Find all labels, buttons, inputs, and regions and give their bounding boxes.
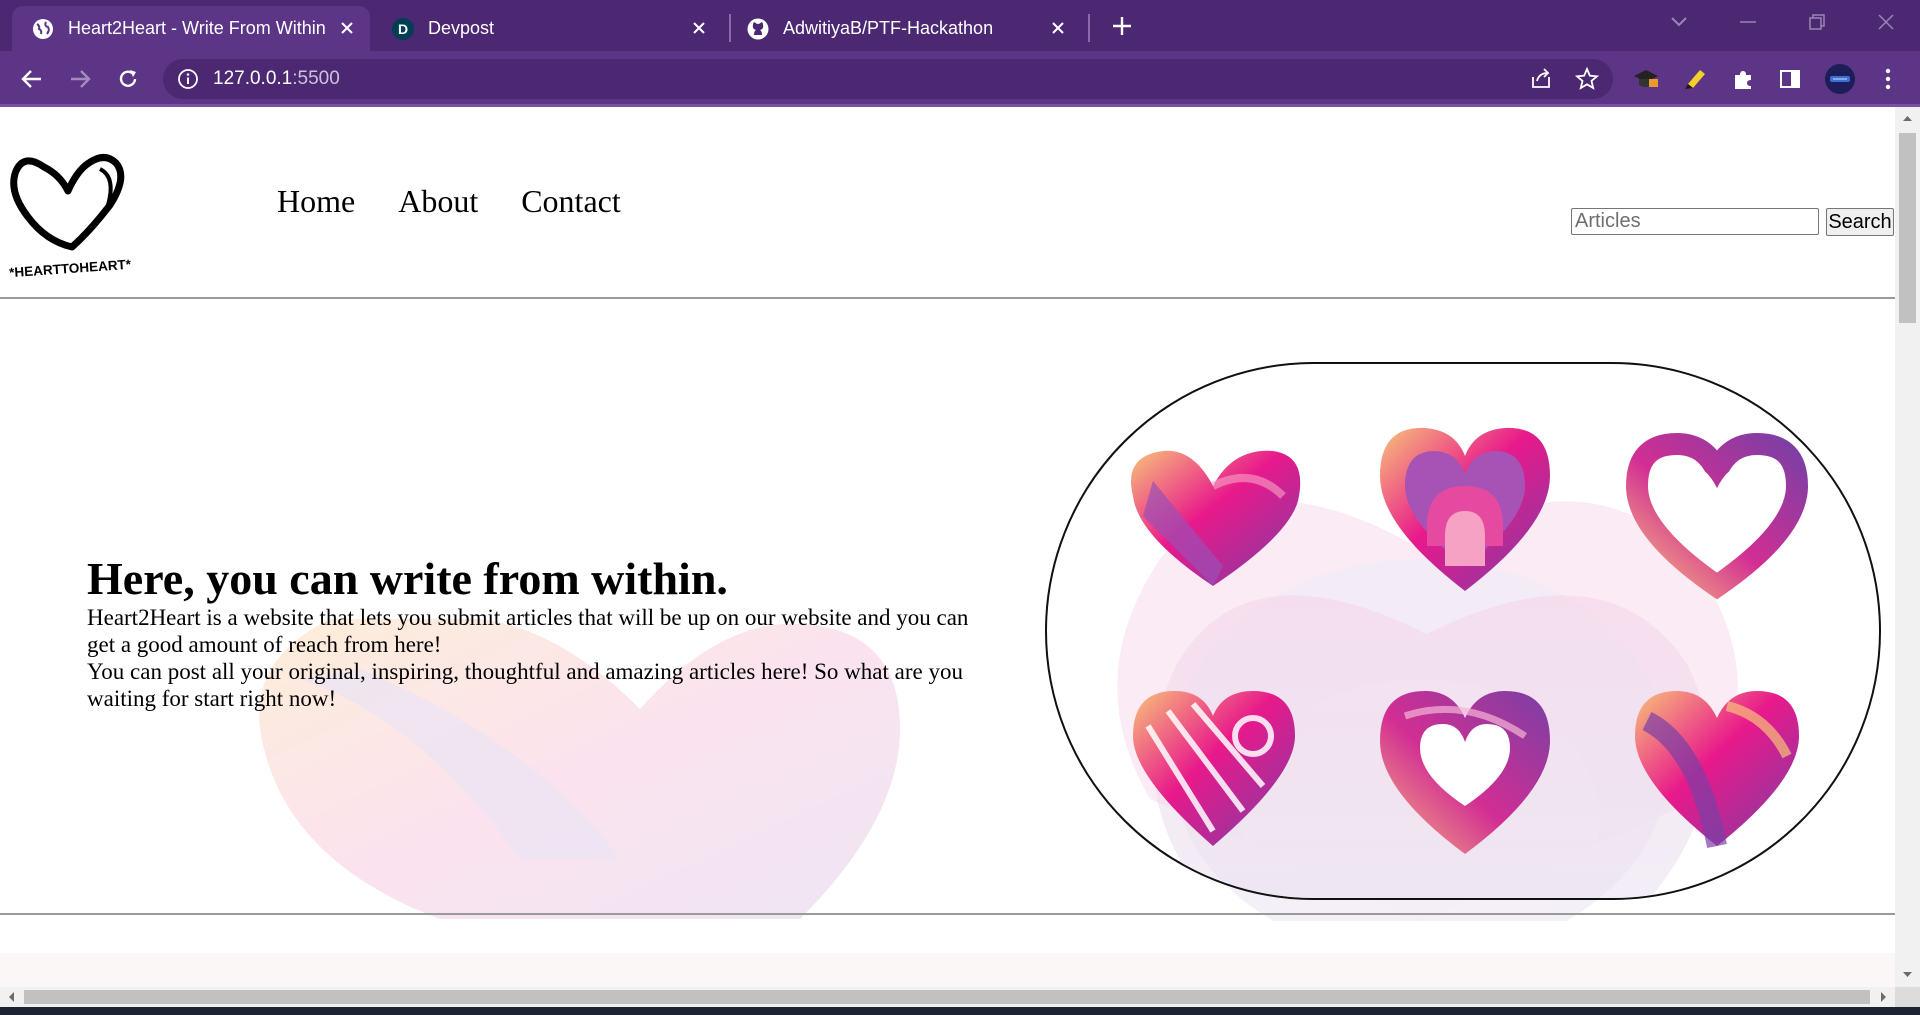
- browser-menu-icon[interactable]: [1873, 65, 1903, 93]
- horizontal-scroll-thumb[interactable]: [24, 990, 1870, 1004]
- main-navigation: Home About Contact: [277, 183, 621, 220]
- restore-icon[interactable]: [1802, 10, 1832, 34]
- close-tab-icon[interactable]: [688, 17, 710, 39]
- tab-title: Heart2Heart - Write From Within: [68, 18, 326, 38]
- scrollbar-corner: [1895, 987, 1920, 1007]
- close-tab-icon[interactable]: [336, 17, 358, 39]
- profile-avatar[interactable]: [1823, 62, 1857, 96]
- search-button[interactable]: Search: [1826, 208, 1894, 236]
- url-text: 127.0.0.1:5500: [213, 68, 340, 89]
- browser-tab-strip: Heart2Heart - Write From Within D Devpos…: [0, 0, 1920, 51]
- highlighter-icon[interactable]: [1680, 65, 1710, 93]
- nav-home-link[interactable]: Home: [277, 183, 355, 220]
- heart-outline-ribbon-icon: [1625, 432, 1809, 600]
- forward-icon[interactable]: [65, 65, 95, 93]
- new-tab-button[interactable]: [1107, 11, 1137, 41]
- hero-paragraph: Heart2Heart is a website that lets you s…: [87, 605, 969, 657]
- side-panel-icon[interactable]: [1775, 65, 1805, 93]
- tab-devpost[interactable]: D Devpost: [376, 6, 722, 51]
- reload-icon[interactable]: [113, 65, 143, 93]
- heart-layered-icon: [1380, 427, 1550, 591]
- site-logo[interactable]: *HEARTTOHEART*: [4, 147, 136, 280]
- nav-contact-link[interactable]: Contact: [521, 183, 621, 220]
- vertical-scroll-thumb[interactable]: [1899, 133, 1916, 323]
- minimize-icon[interactable]: [1733, 10, 1763, 34]
- share-icon[interactable]: [1529, 67, 1553, 96]
- bookmark-star-icon[interactable]: [1574, 66, 1600, 96]
- header-divider: [0, 297, 1895, 299]
- browser-toolbar: 127.0.0.1:5500: [0, 51, 1920, 106]
- globe-icon: [32, 18, 54, 40]
- svg-text:D: D: [398, 21, 408, 37]
- tab-title: Devpost: [428, 18, 495, 38]
- tab-title: AdwitiyaB/PTF-Hackathon: [783, 18, 994, 38]
- hearts-showcase-image: [1045, 362, 1881, 900]
- back-icon[interactable]: [17, 65, 47, 93]
- devpost-icon: D: [392, 17, 414, 40]
- tab-separator: [729, 14, 731, 42]
- tab-search-icon[interactable]: [1664, 10, 1694, 34]
- extension-mortarboard-icon[interactable]: [1631, 65, 1661, 93]
- hero-title: Here, you can write from within.: [87, 553, 728, 604]
- articles-search-input[interactable]: [1571, 208, 1819, 235]
- heart-ribbon-icon: [1131, 450, 1301, 586]
- github-icon: [747, 18, 769, 40]
- hero-paragraph: You can post all your original, inspirin…: [87, 659, 963, 711]
- heart-striped-icon: [1133, 691, 1295, 846]
- scroll-up-icon[interactable]: [1901, 112, 1914, 125]
- extensions-puzzle-icon[interactable]: [1728, 65, 1758, 93]
- page-viewport: *HEARTTOHEART* Home About Contact Search…: [0, 107, 1895, 987]
- tab-heart2heart[interactable]: Heart2Heart - Write From Within: [12, 6, 370, 51]
- heart-looped-icon: [1380, 691, 1550, 854]
- hero-description: Heart2Heart is a website that lets you s…: [87, 604, 977, 712]
- section-divider: [0, 913, 1895, 915]
- site-info-icon[interactable]: [177, 68, 199, 90]
- svg-text:*HEARTTOHEART*: *HEARTTOHEART*: [9, 257, 133, 279]
- os-taskbar-edge: [0, 1007, 1920, 1015]
- close-window-icon[interactable]: [1871, 10, 1901, 34]
- horizontal-scrollbar[interactable]: [0, 987, 1895, 1007]
- tab-separator: [1088, 14, 1090, 42]
- scroll-down-icon[interactable]: [1901, 968, 1914, 981]
- scroll-left-icon[interactable]: [6, 991, 18, 1003]
- heart-twisted-icon: [1635, 691, 1799, 848]
- nav-about-link[interactable]: About: [398, 183, 478, 220]
- vertical-scrollbar[interactable]: [1895, 107, 1920, 987]
- next-section: [0, 953, 1895, 987]
- close-tab-icon[interactable]: [1047, 17, 1069, 39]
- scroll-right-icon[interactable]: [1877, 991, 1889, 1003]
- tab-github[interactable]: AdwitiyaB/PTF-Hackathon: [735, 6, 1081, 51]
- address-bar[interactable]: 127.0.0.1:5500: [163, 59, 1613, 99]
